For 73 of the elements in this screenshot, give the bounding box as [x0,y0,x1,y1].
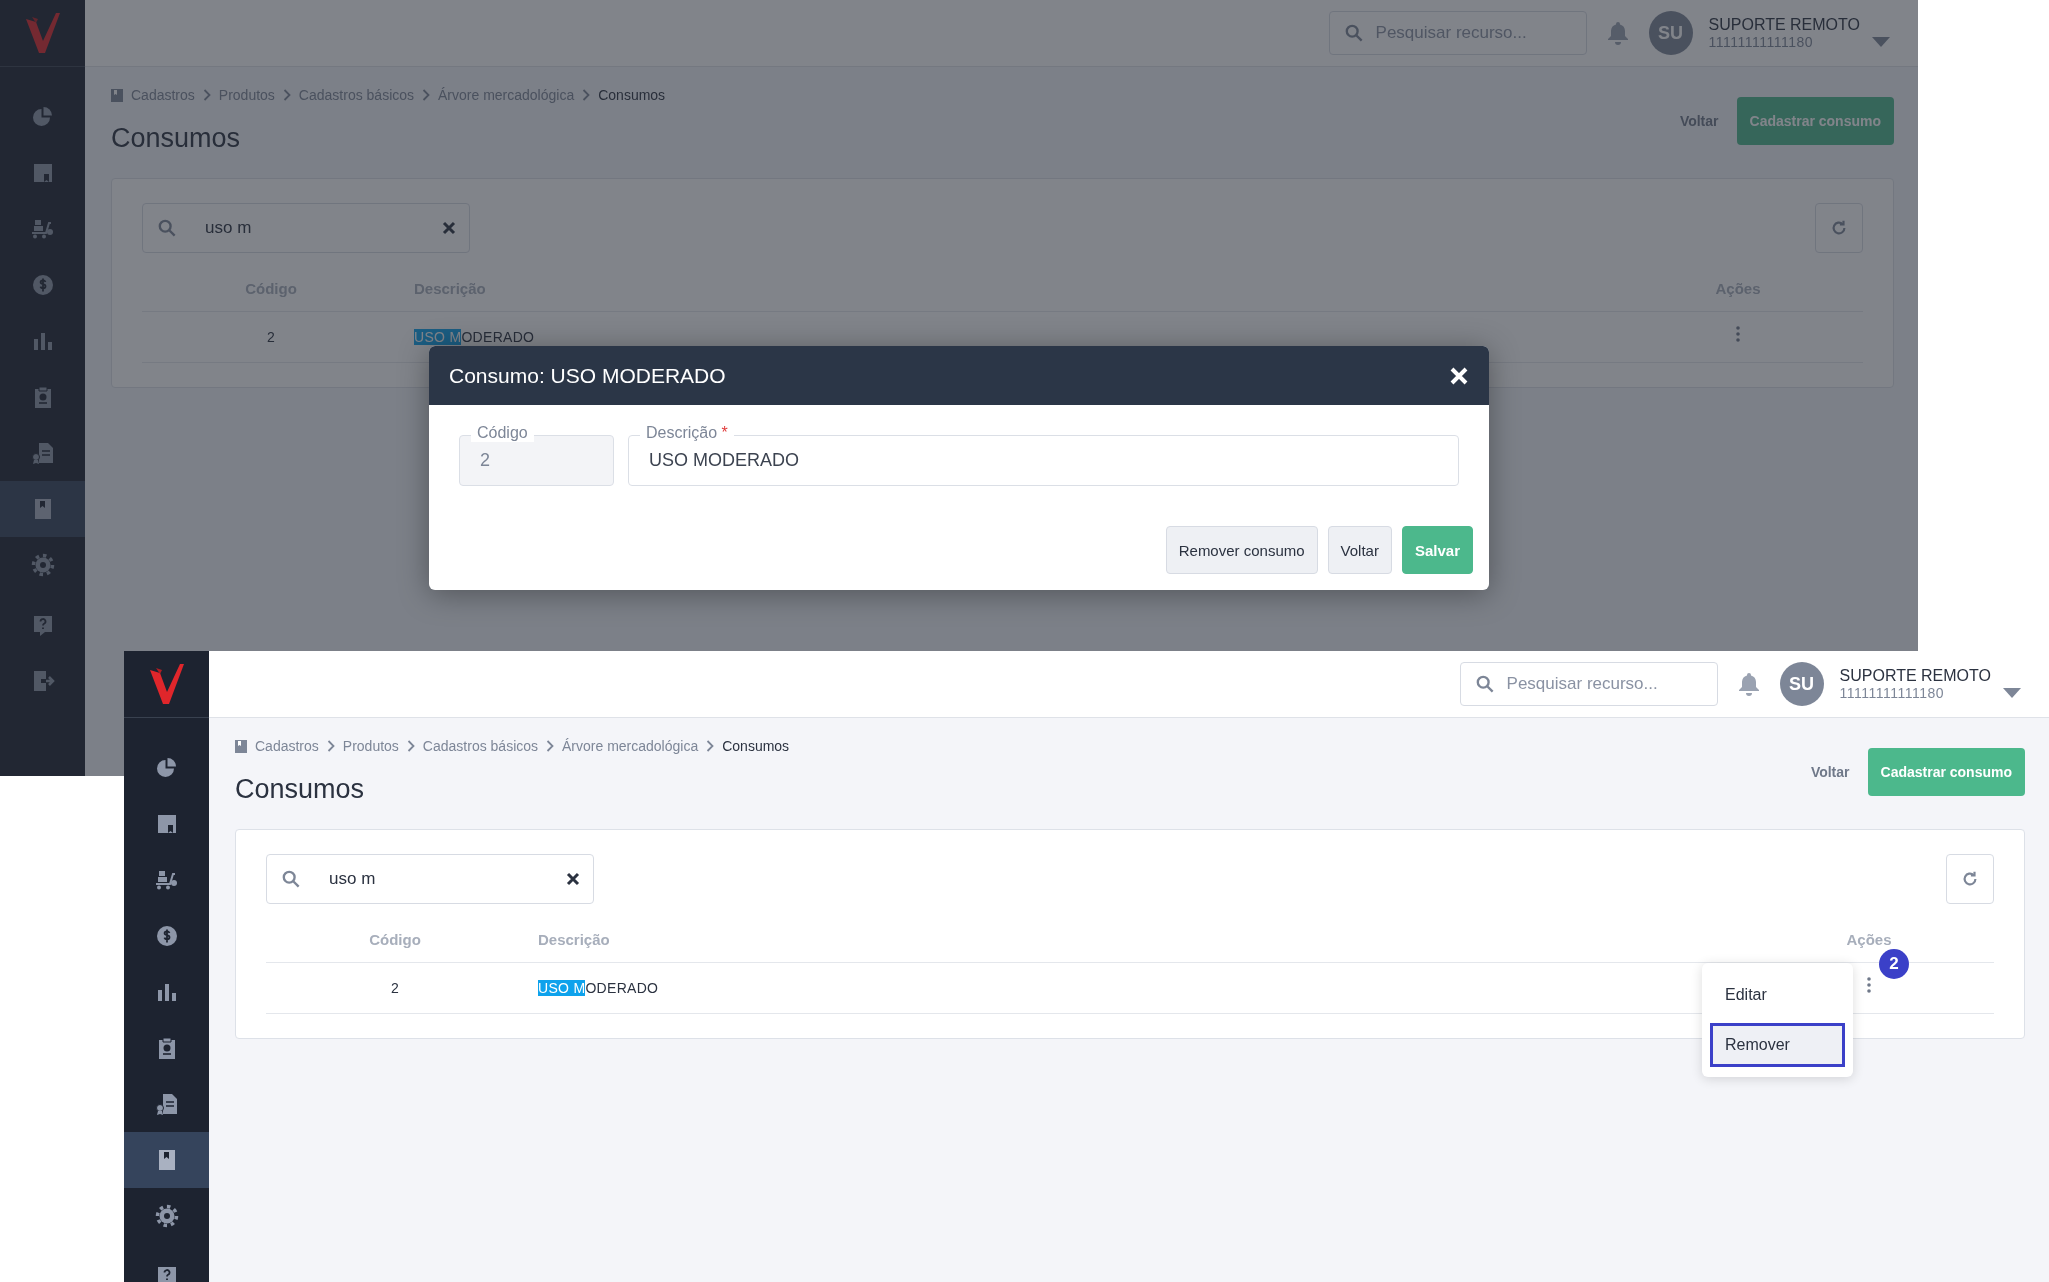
dialog-button[interactable]: Voltar [1327,526,1392,574]
column-header: Código [369,930,421,948]
pie-chart-icon [154,756,179,780]
table-cell: 2 [391,980,399,996]
breadcrumb-item[interactable]: Cadastros básicos [422,738,539,754]
kebab-icon [1867,977,1871,993]
chevron-icon [422,89,431,101]
dialog-title: Consumo: USO MODERADO [449,363,726,388]
save-button[interactable]: Salvar [1401,526,1473,574]
filter-field[interactable]: uso m [266,854,594,904]
refresh-button[interactable] [1946,854,1994,904]
caret-icon[interactable] [1872,37,1890,47]
certificate-icon [154,1092,179,1116]
user-id: 11111111111180 [1839,685,1946,702]
logo-icon [25,13,60,53]
close-button[interactable] [1449,365,1469,386]
book-icon [235,739,247,753]
breadcrumb-item[interactable]: Árvore mercadológica [562,738,699,754]
chevron-icon [546,740,555,752]
back-link[interactable]: Voltar [1810,763,1850,780]
breadcrumb-item: Consumos [598,87,666,103]
breadcrumb-item[interactable]: Produtos [342,738,399,754]
certificate-icon [30,441,55,465]
refresh-icon [1961,870,1979,888]
search-icon [1475,675,1494,693]
field-label: Descrição * [640,424,734,442]
gear-icon [154,1204,179,1228]
column-header: Descrição [538,930,610,948]
page-title: Consumos [235,774,366,805]
column-header: Ações [1846,930,1892,948]
register-button[interactable]: Cadastrar consumo [1736,96,1894,145]
chevron-icon [582,89,591,101]
chevron-icon [706,740,715,752]
refresh-icon [1830,219,1848,237]
chevron-icon [282,89,291,101]
dollar-icon [154,924,179,948]
refresh-button[interactable] [1815,203,1863,253]
register-button[interactable]: Cadastrar consumo [1867,747,2025,796]
breadcrumb-item[interactable]: Cadastros [255,738,319,754]
dolly-icon [30,217,55,241]
dialog-button[interactable]: Remover consumo [1165,526,1318,574]
table-cell: 2 [267,329,275,345]
gear-icon [30,553,55,577]
filter-field[interactable]: uso m [142,203,470,253]
chevron-icon [202,89,211,101]
caret-icon[interactable] [2003,688,2021,698]
sidebar-item[interactable] [124,1132,209,1188]
dolly-icon [154,868,179,892]
table-cell: USO MODERADO [538,980,659,996]
pie-chart-icon [30,105,55,129]
menu-item[interactable]: Remover [1710,1023,1845,1067]
page-title: Consumos [111,123,242,154]
search-icon [1344,24,1363,42]
kebab-icon [1736,326,1740,342]
chevron-icon [406,740,415,752]
user-name: SUPORTE REMOTO [1708,15,1860,35]
dollar-icon [30,273,55,297]
avatar[interactable]: SU [1779,662,1824,706]
breadcrumb-item: Consumos [722,738,790,754]
bell-icon[interactable] [1606,21,1629,45]
search-icon [158,219,176,237]
clear-icon[interactable] [566,872,580,886]
table-cell: USO MODERADO [414,329,535,345]
search-field[interactable]: Pesquisar recurso... [1459,662,1718,706]
chevron-icon [326,740,335,752]
user-name: SUPORTE REMOTO [1839,666,1991,686]
step-badge: 2 [1879,949,1909,979]
logo-icon [149,664,184,704]
search-icon [282,870,300,888]
bell-icon[interactable] [1737,672,1760,696]
field-label: Código [471,424,534,442]
back-link[interactable]: Voltar [1679,112,1719,129]
book-icon [111,88,123,102]
